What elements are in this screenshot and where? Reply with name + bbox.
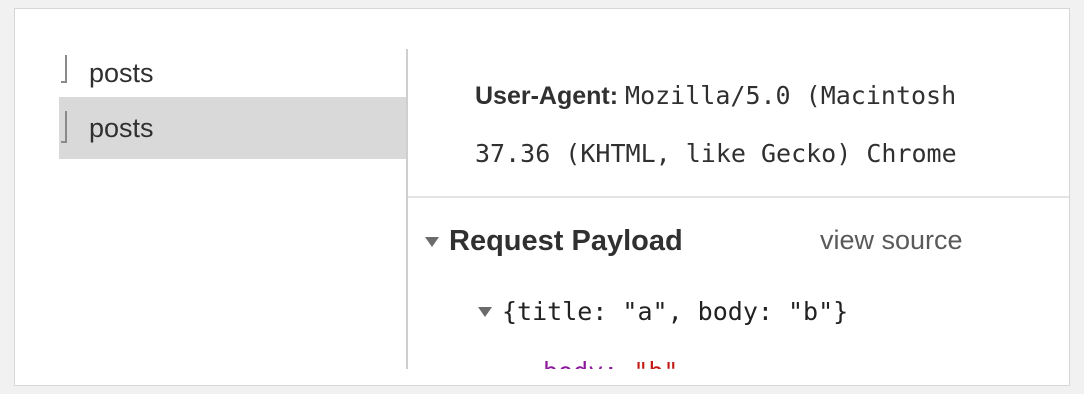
- header-value: Mozilla/5.0 (Macintosh: [625, 81, 957, 110]
- expand-triangle-icon: [478, 306, 492, 317]
- devtools-network-panel: posts posts User-Agent: Mozilla/5.0 (Mac…: [14, 8, 1070, 386]
- section-divider: [408, 196, 1069, 198]
- row-checkbox-icon: [61, 111, 67, 143]
- section-title: Request Payload: [449, 225, 683, 257]
- header-value-continued: 37.36 (KHTML, like Gecko) Chrome: [475, 139, 957, 168]
- request-name: posts: [89, 112, 154, 143]
- property-value: "b": [633, 357, 678, 369]
- request-payload-toggle[interactable]: Request Payload: [425, 225, 683, 258]
- row-checkbox-icon: [61, 55, 67, 83]
- request-row-posts-2[interactable]: posts: [59, 97, 407, 159]
- user-agent-header-continued: 37.36 (KHTML, like Gecko) Chrome: [475, 139, 957, 169]
- request-detail-pane: User-Agent: Mozilla/5.0 (Macintosh 37.36…: [408, 49, 1069, 369]
- expand-triangle-icon: [425, 236, 439, 247]
- payload-property-row: body: "b": [543, 357, 678, 369]
- property-key: body:: [543, 357, 633, 369]
- request-row-posts-1[interactable]: posts: [59, 49, 407, 97]
- payload-object-toggle[interactable]: {title: "a", body: "b"}: [478, 297, 848, 326]
- header-key: User-Agent:: [475, 82, 619, 110]
- view-source-link[interactable]: view source: [820, 225, 963, 256]
- user-agent-header: User-Agent: Mozilla/5.0 (Macintosh: [475, 81, 956, 111]
- payload-summary: {title: "a", body: "b"}: [502, 297, 849, 326]
- request-name: posts: [89, 57, 154, 88]
- request-list: posts posts: [59, 49, 407, 369]
